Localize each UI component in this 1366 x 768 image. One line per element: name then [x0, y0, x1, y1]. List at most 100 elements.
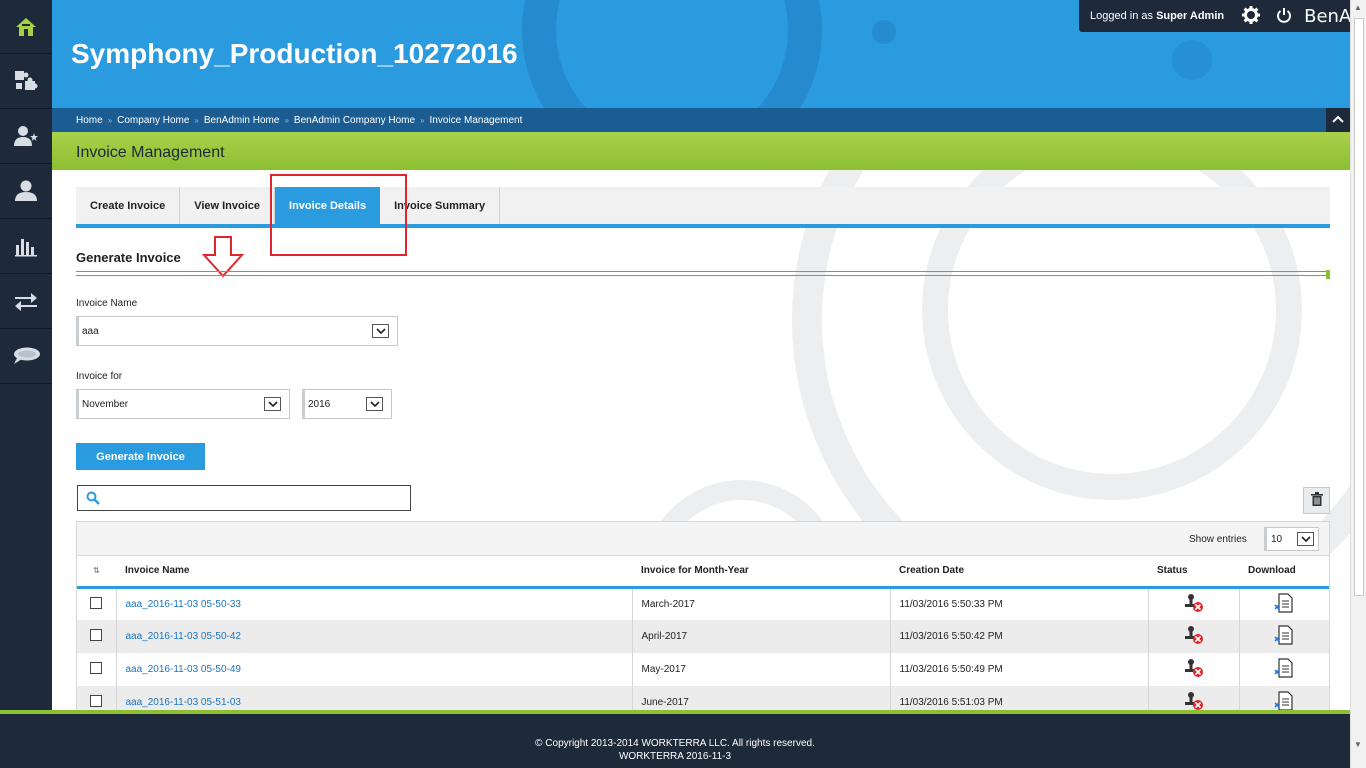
breadcrumb: Home » Company Home » BenAdmin Home » BenAd…	[76, 115, 522, 127]
login-user: Super Admin	[1156, 10, 1225, 22]
breadcrumb-item[interactable]: BenAdmin Home	[204, 115, 280, 127]
month-year-cell: April-2017	[631, 620, 890, 653]
row-checkbox[interactable]	[90, 629, 103, 641]
scroll-down-arrow-icon[interactable]: ▼	[1354, 740, 1362, 749]
status-cell	[1147, 686, 1239, 710]
tab-create-invoice[interactable]: Create Invoice	[76, 187, 181, 224]
column-header-invoice-name[interactable]: Invoice Name	[116, 556, 632, 589]
user-icon	[14, 180, 38, 202]
sidebar-item-transfers[interactable]	[0, 274, 52, 329]
search-input[interactable]	[77, 485, 411, 511]
generate-invoice-button[interactable]: Generate Invoice	[76, 443, 205, 470]
sidebar-item-reports[interactable]	[0, 219, 52, 274]
invoice-name-label: Invoice Name	[76, 298, 138, 309]
row-select-cell	[77, 587, 116, 620]
page-title: Invoice Management	[76, 144, 225, 161]
invoice-name-link[interactable]: aaa_2016-11-03 05-51-03	[126, 697, 241, 708]
collapse-header-button[interactable]	[1326, 108, 1350, 132]
scroll-up-arrow-icon[interactable]: ▲	[1354, 3, 1362, 12]
invoice-name-select[interactable]: aaa	[76, 316, 398, 346]
status-error-icon[interactable]	[1183, 626, 1205, 648]
page-scrollbar[interactable]: ▲ ▼	[1350, 0, 1366, 768]
year-select[interactable]: 2016	[302, 389, 392, 419]
status-error-icon[interactable]	[1183, 692, 1205, 710]
column-header-download[interactable]: Download	[1239, 556, 1329, 589]
gear-icon[interactable]	[1242, 5, 1261, 27]
download-document-icon[interactable]	[1274, 625, 1294, 648]
scrollbar-thumb[interactable]	[1354, 18, 1364, 596]
invoice-name-link[interactable]: aaa_2016-11-03 05-50-42	[126, 631, 241, 642]
column-header-month-year[interactable]: Invoice for Month-Year	[632, 556, 890, 589]
column-header-status[interactable]: Status	[1148, 556, 1239, 589]
header-decoration	[872, 20, 896, 44]
row-checkbox[interactable]	[90, 695, 103, 707]
creation-date-cell: 11/03/2016 5:50:49 PM	[889, 653, 1148, 686]
invoice-name-value: aaa	[82, 325, 99, 337]
breadcrumb-separator: »	[284, 116, 289, 125]
creation-date-cell: 11/03/2016 5:51:03 PM	[889, 686, 1148, 710]
user-star-icon	[13, 125, 39, 147]
download-document-icon[interactable]	[1274, 593, 1294, 616]
invoice-name-cell: aaa_2016-11-03 05-50-42	[115, 620, 632, 653]
select-all-sort-icon[interactable]: ⇅	[77, 556, 116, 589]
trash-icon	[1310, 492, 1323, 509]
home-icon	[15, 17, 37, 37]
download-document-icon[interactable]	[1274, 658, 1294, 681]
status-cell	[1147, 653, 1239, 686]
sidebar-item-admins[interactable]	[0, 109, 52, 164]
table-row: aaa_2016-11-03 05-50-49 May-2017 11/03/2…	[77, 653, 1329, 686]
version-text: WORKTERRA 2016-11-3	[618, 751, 732, 762]
header-decoration	[1172, 40, 1212, 80]
sidebar-item-home[interactable]	[0, 0, 52, 54]
year-value: 2016	[308, 398, 331, 410]
invoice-table: Show entries 10 ⇅ Invoice Name Invoice f…	[76, 521, 1330, 710]
breadcrumb-item[interactable]: Home	[76, 115, 103, 127]
month-year-cell: June-2017	[631, 686, 890, 710]
section-divider-end	[1326, 270, 1330, 279]
breadcrumb-separator: »	[194, 116, 199, 125]
power-icon[interactable]	[1276, 7, 1292, 26]
row-select-cell	[77, 653, 116, 686]
status-cell	[1147, 587, 1239, 620]
status-cell	[1147, 620, 1239, 653]
section-divider	[76, 271, 1330, 276]
header: Symphony_Production_10272016 Logged in a…	[52, 0, 1350, 108]
status-error-icon[interactable]	[1183, 593, 1205, 616]
header-decoration	[522, 0, 822, 108]
sidebar-item-plans[interactable]	[0, 54, 52, 109]
chevron-up-icon	[1332, 114, 1344, 126]
table-row: aaa_2016-11-03 05-51-03 June-2017 11/03/…	[77, 686, 1329, 710]
copyright-text: © Copyright 2013-2014 WORKTERRA LLC. All…	[535, 738, 815, 749]
sidebar-item-messages[interactable]	[0, 329, 52, 384]
chat-icon	[11, 346, 41, 366]
tab-bar: Create Invoice View Invoice Invoice Deta…	[76, 187, 1330, 228]
breadcrumb-item[interactable]: BenAdmin Company Home	[294, 115, 415, 127]
row-checkbox[interactable]	[90, 596, 103, 609]
month-year-cell: May-2017	[631, 653, 890, 686]
table-toolbar: Show entries 10	[77, 522, 1329, 556]
invoice-name-link[interactable]: aaa_2016-11-03 05-50-49	[126, 664, 241, 675]
tab-view-invoice[interactable]: View Invoice	[180, 187, 276, 224]
table-row: aaa_2016-11-03 05-50-33 March-2017 11/03…	[77, 587, 1329, 620]
invoice-name-cell: aaa_2016-11-03 05-50-49	[115, 653, 632, 686]
user-bar: Logged in as Super Admin BenAdmin	[1079, 0, 1350, 32]
invoice-name-link[interactable]: aaa_2016-11-03 05-50-33	[126, 599, 241, 610]
creation-date-cell: 11/03/2016 5:50:42 PM	[889, 620, 1148, 653]
creation-date-cell: 11/03/2016 5:50:33 PM	[889, 587, 1148, 620]
month-select[interactable]: November	[76, 389, 290, 419]
app-title: Symphony_Production_10272016	[71, 38, 518, 69]
download-document-icon[interactable]	[1274, 691, 1294, 710]
sidebar-item-users[interactable]	[0, 164, 52, 219]
entries-select[interactable]: 10	[1264, 527, 1319, 551]
login-status: Logged in as Super Admin	[1090, 10, 1224, 22]
status-error-icon[interactable]	[1183, 659, 1205, 681]
delete-button[interactable]	[1303, 487, 1330, 514]
invoice-for-label: Invoice for	[76, 371, 123, 382]
column-header-creation-date[interactable]: Creation Date	[890, 556, 1148, 589]
row-checkbox[interactable]	[90, 662, 103, 674]
puzzle-icon	[13, 69, 39, 93]
download-cell	[1238, 587, 1329, 620]
breadcrumb-item[interactable]: Company Home	[117, 115, 189, 127]
chevron-down-icon	[264, 397, 281, 411]
chevron-down-icon	[1297, 532, 1314, 546]
